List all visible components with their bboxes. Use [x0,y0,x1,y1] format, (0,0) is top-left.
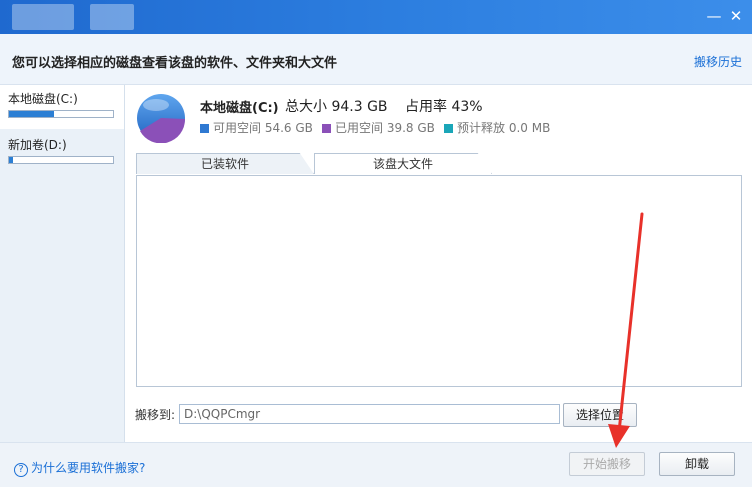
drive-label: 本地磁盘(C:) [8,92,78,106]
legend-release-text: 预计释放 0.0 MB [457,121,551,135]
tab-content-area [136,175,742,387]
drive-usage-bar [8,110,114,118]
choose-location-button[interactable]: 选择位置 [563,403,637,427]
release-color-swatch [444,124,453,133]
legend-release-space: 预计释放 0.0 MB [444,119,550,136]
drive-item-c[interactable]: 本地磁盘(C:) [8,90,118,118]
legend-free-space: 可用空间 54.6 GB [200,119,313,136]
help-link-text: 为什么要用软件搬家? [31,461,146,475]
close-button[interactable]: ✕ [726,6,746,26]
disk-usage-rate: 占用率 43% [405,99,483,115]
question-icon: ? [14,463,28,477]
disk-usage-pie-icon [137,94,186,143]
drive-label: 新加卷(D:) [8,138,67,152]
legend-used-space: 已用空间 39.8 GB [322,119,435,136]
move-path-input[interactable] [179,404,560,424]
blurred-title-right [90,4,134,30]
uninstall-button[interactable]: 卸载 [659,452,735,476]
minimize-button[interactable]: — [704,6,724,26]
disk-total-size: 总大小 94.3 GB [285,99,388,115]
legend-used-text: 已用空间 39.8 GB [335,121,435,135]
blurred-title-left [12,4,74,30]
tab-large-files[interactable]: 该盘大文件 [314,153,492,174]
start-move-button[interactable]: 开始搬移 [569,452,645,476]
disk-name: 本地磁盘(C:) [200,101,279,116]
header-strip: 您可以选择相应的磁盘查看该盘的软件、文件夹和大文件 搬移历史 [0,34,752,85]
drive-list: 本地磁盘(C:) 新加卷(D:) [0,85,125,442]
header-prompt: 您可以选择相应的磁盘查看该盘的软件、文件夹和大文件 [12,56,338,71]
tab-bar: 已装软件 该盘大文件 [136,153,742,175]
title-bar: — ✕ [0,0,752,34]
legend-free-text: 可用空间 54.6 GB [213,121,313,135]
move-to-label: 搬移到: [135,408,176,422]
drive-item-d[interactable]: 新加卷(D:) [8,136,118,164]
tab-installed-software[interactable]: 已装软件 [136,153,314,174]
footer-bar: ? 为什么要用软件搬家? 开始搬移 卸载 [0,442,752,487]
main-panel: 本地磁盘(C:) 总大小 94.3 GB 占用率 43% 可用空间 54.6 G… [125,85,752,442]
drive-usage-bar [8,156,114,164]
drive-usage-fill [9,157,14,163]
move-history-link[interactable]: 搬移历史 [694,53,742,70]
used-color-swatch [322,124,331,133]
help-link[interactable]: ? 为什么要用软件搬家? [14,459,145,477]
drive-usage-fill [9,111,54,117]
free-color-swatch [200,124,209,133]
